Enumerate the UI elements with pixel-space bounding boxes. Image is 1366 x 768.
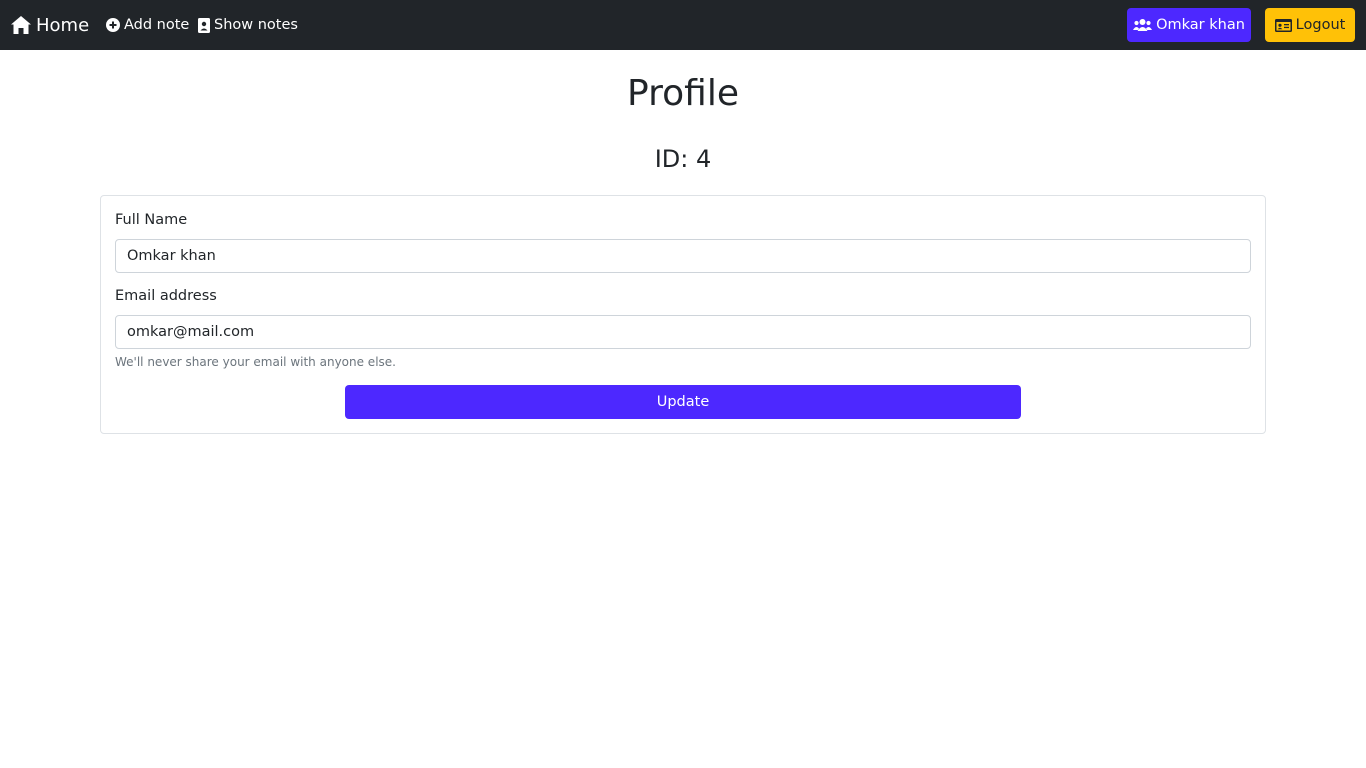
show-notes-link[interactable]: Show notes	[198, 15, 298, 35]
email-help-text: We'll never share your email with anyone…	[115, 355, 396, 369]
user-profile-label: Omkar khan	[1156, 17, 1245, 33]
update-button[interactable]: Update	[345, 385, 1021, 419]
users-icon	[1133, 18, 1153, 32]
full-name-input[interactable]	[115, 239, 1251, 273]
id-badge-icon	[198, 17, 210, 33]
user-id-heading: ID: 4	[654, 145, 712, 173]
home-link[interactable]: Home	[11, 13, 89, 37]
page-title: Profile	[627, 73, 739, 114]
top-navbar: Home Add note Show notes Omkar khan Logo…	[0, 0, 1366, 50]
logout-button[interactable]: Logout	[1265, 8, 1355, 42]
email-input[interactable]	[115, 315, 1251, 349]
plus-circle-icon	[106, 18, 120, 32]
profile-form-card: Full Name Email address We'll never shar…	[100, 195, 1266, 434]
id-card-icon	[1274, 18, 1292, 32]
add-note-label: Add note	[124, 17, 190, 33]
email-label: Email address	[115, 288, 217, 304]
user-profile-button[interactable]: Omkar khan	[1127, 8, 1251, 42]
show-notes-label: Show notes	[214, 17, 298, 33]
full-name-label: Full Name	[115, 212, 188, 228]
home-link-label: Home	[36, 14, 90, 36]
logout-label: Logout	[1295, 17, 1346, 33]
add-note-link[interactable]: Add note	[106, 15, 189, 35]
house-icon	[11, 16, 31, 34]
